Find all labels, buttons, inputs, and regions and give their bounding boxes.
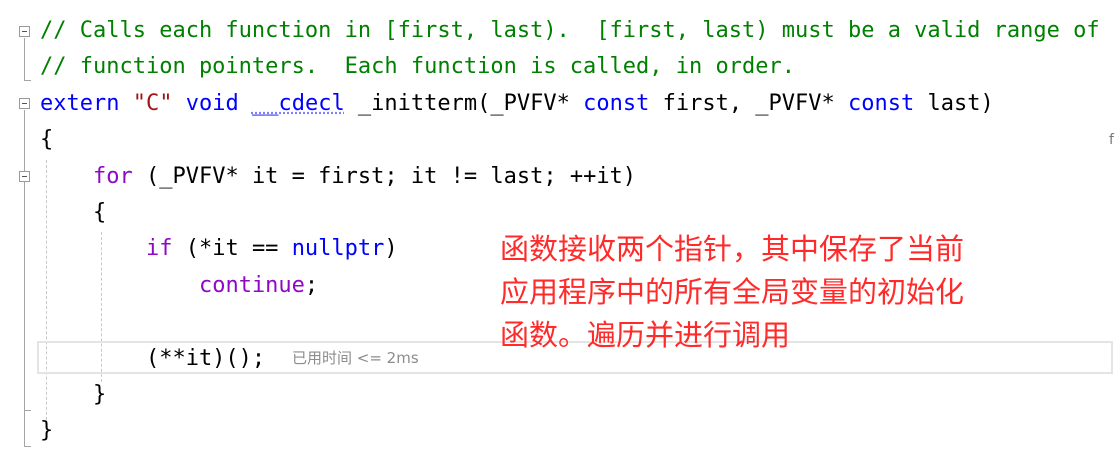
fold-line <box>24 183 25 410</box>
annotation-line-2: 应用程序中的所有全局变量的初始化 <box>500 275 965 309</box>
close-paren: ) <box>384 236 398 261</box>
code-line-4[interactable]: { <box>40 122 53 158</box>
fold-end <box>24 410 31 411</box>
code-line-3[interactable]: extern "C" void __cdecl _initterm(_PVFV*… <box>40 86 994 122</box>
code-line-5[interactable]: for (_PVFV* it = first; it != last; ++it… <box>40 159 636 195</box>
open-brace: { <box>40 127 54 152</box>
collapse-for-icon[interactable] <box>19 171 30 182</box>
fold-end <box>24 80 31 81</box>
fold-line <box>24 38 25 80</box>
code-line-8[interactable]: continue; <box>40 268 318 304</box>
keyword-nullptr: nullptr <box>291 236 385 261</box>
keyword-extern: extern <box>40 91 120 116</box>
collapse-function-icon[interactable] <box>19 98 30 109</box>
call-statement: (**it)(); <box>40 346 266 371</box>
comment: // Calls each function in [first, last).… <box>40 18 1100 43</box>
code-line-7[interactable]: if (*it == nullptr) <box>40 231 398 267</box>
text <box>119 91 132 116</box>
close-brace: } <box>40 382 107 407</box>
right-edge-marker: f <box>1109 132 1114 148</box>
annotation-text: 函数接收两个指针，其中保存了当前 应用程序中的所有全局变量的初始化 函数。遍历并… <box>500 228 1060 357</box>
code-line-12[interactable]: } <box>40 413 53 449</box>
keyword-const: const <box>583 91 650 116</box>
text <box>172 91 185 116</box>
parameter-text: first, _PVFV* <box>649 91 849 116</box>
code-line-2[interactable]: // function pointers. Each function is c… <box>40 49 795 85</box>
fold-end <box>24 446 31 447</box>
for-header: (_PVFV* it = first; it != last; ++it) <box>132 164 637 189</box>
annotation-line-1: 函数接收两个指针，其中保存了当前 <box>500 232 965 266</box>
comment: // function pointers. Each function is c… <box>40 54 795 79</box>
string-literal: "C" <box>132 91 173 116</box>
keyword-void: void <box>185 91 239 116</box>
code-line-11[interactable]: } <box>40 377 106 413</box>
text <box>239 91 252 116</box>
code-editor[interactable]: // Calls each function in [first, last).… <box>0 0 1118 476</box>
annotation-line-3: 函数。遍历并进行调用 <box>500 318 791 352</box>
keyword-if: if <box>145 236 173 261</box>
keyword-continue: continue <box>198 273 305 298</box>
code-line-10[interactable]: (**it)(); <box>40 341 265 377</box>
parameter-text: last) <box>914 91 994 116</box>
close-brace: } <box>40 418 54 443</box>
function-signature: _initterm(_PVFV* <box>344 91 584 116</box>
keyword-for: for <box>92 164 133 189</box>
code-line-6[interactable]: { <box>40 195 106 231</box>
collapse-comment-icon[interactable] <box>19 26 30 37</box>
open-brace: { <box>40 200 107 225</box>
condition-text: (*it == <box>172 236 292 261</box>
keyword-const: const <box>848 91 915 116</box>
keyword-cdecl: __cdecl <box>251 91 345 116</box>
code-line-1[interactable]: // Calls each function in [first, last).… <box>40 13 1100 49</box>
perf-tip[interactable]: 已用时间 <= 2ms <box>292 345 419 371</box>
semicolon: ; <box>304 273 319 298</box>
